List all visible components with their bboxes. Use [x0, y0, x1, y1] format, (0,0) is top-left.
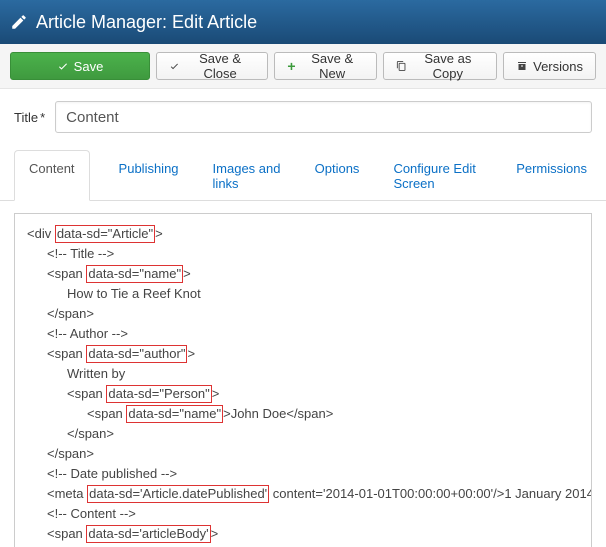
tab-configure-edit[interactable]: Configure Edit Screen	[388, 150, 487, 201]
code-line: <!-- Title -->	[27, 244, 579, 264]
tab-options[interactable]: Options	[310, 150, 365, 201]
title-label: Title*	[14, 110, 45, 125]
versions-button[interactable]: Versions	[503, 52, 596, 80]
code-editor[interactable]: <div data-sd="Article"> <!-- Title --> <…	[14, 213, 592, 547]
tab-images-links[interactable]: Images and links	[208, 150, 286, 201]
versions-label: Versions	[533, 59, 583, 74]
code-line: <span data-sd="name">	[27, 264, 579, 284]
save-copy-button[interactable]: Save as Copy	[383, 52, 497, 80]
save-button[interactable]: Save	[10, 52, 150, 80]
check-icon	[169, 60, 180, 72]
code-line: <!-- Date published -->	[27, 464, 579, 484]
archive-icon	[516, 60, 528, 72]
tabs: Content Publishing Images and links Opti…	[0, 149, 606, 201]
highlight-box: data-sd='Article.datePublished'	[87, 485, 269, 503]
tab-permissions[interactable]: Permissions	[511, 150, 592, 201]
code-line: </span>	[27, 424, 579, 444]
code-line: How to Tie a Reef Knot	[27, 284, 579, 304]
save-close-label: Save & Close	[185, 51, 256, 81]
pencil-icon	[10, 13, 28, 31]
code-line: <span data-sd="author">	[27, 344, 579, 364]
save-copy-label: Save as Copy	[412, 51, 485, 81]
code-line: <!-- Author -->	[27, 324, 579, 344]
highlight-box: data-sd="Article"	[55, 225, 155, 243]
page-header: Article Manager: Edit Article	[0, 0, 606, 44]
save-new-label: Save & New	[301, 51, 364, 81]
highlight-box: data-sd="Person"	[106, 385, 211, 403]
code-line: <span data-sd='articleBody'>	[27, 524, 579, 544]
code-line: </span>	[27, 444, 579, 464]
title-row: Title*	[0, 89, 606, 139]
check-icon	[57, 60, 69, 72]
code-line: <div data-sd="Article">	[27, 224, 579, 244]
title-input[interactable]	[55, 101, 592, 133]
code-line: <meta data-sd='Article.datePublished' co…	[27, 484, 579, 504]
required-mark: *	[40, 110, 45, 125]
tab-content[interactable]: Content	[14, 150, 90, 201]
save-label: Save	[74, 59, 104, 74]
highlight-box: data-sd='articleBody'	[86, 525, 210, 543]
highlight-box: data-sd="author"	[86, 345, 187, 363]
save-new-button[interactable]: + Save & New	[274, 52, 376, 80]
code-line: <!-- Content -->	[27, 504, 579, 524]
title-label-text: Title	[14, 110, 38, 125]
plus-icon: +	[287, 59, 295, 73]
tab-publishing[interactable]: Publishing	[114, 150, 184, 201]
toolbar: Save Save & Close + Save & New Save as C…	[0, 44, 606, 89]
highlight-box: data-sd="name"	[86, 265, 183, 283]
code-line: <span data-sd="Person">	[27, 384, 579, 404]
code-line: <span data-sd="name">John Doe</span>	[27, 404, 579, 424]
page-title: Article Manager: Edit Article	[36, 12, 257, 33]
copy-icon	[396, 60, 407, 72]
code-line: Written by	[27, 364, 579, 384]
highlight-box: data-sd="name"	[126, 405, 223, 423]
save-close-button[interactable]: Save & Close	[156, 52, 268, 80]
code-line: </span>	[27, 304, 579, 324]
editor-area: <div data-sd="Article"> <!-- Title --> <…	[0, 201, 606, 547]
